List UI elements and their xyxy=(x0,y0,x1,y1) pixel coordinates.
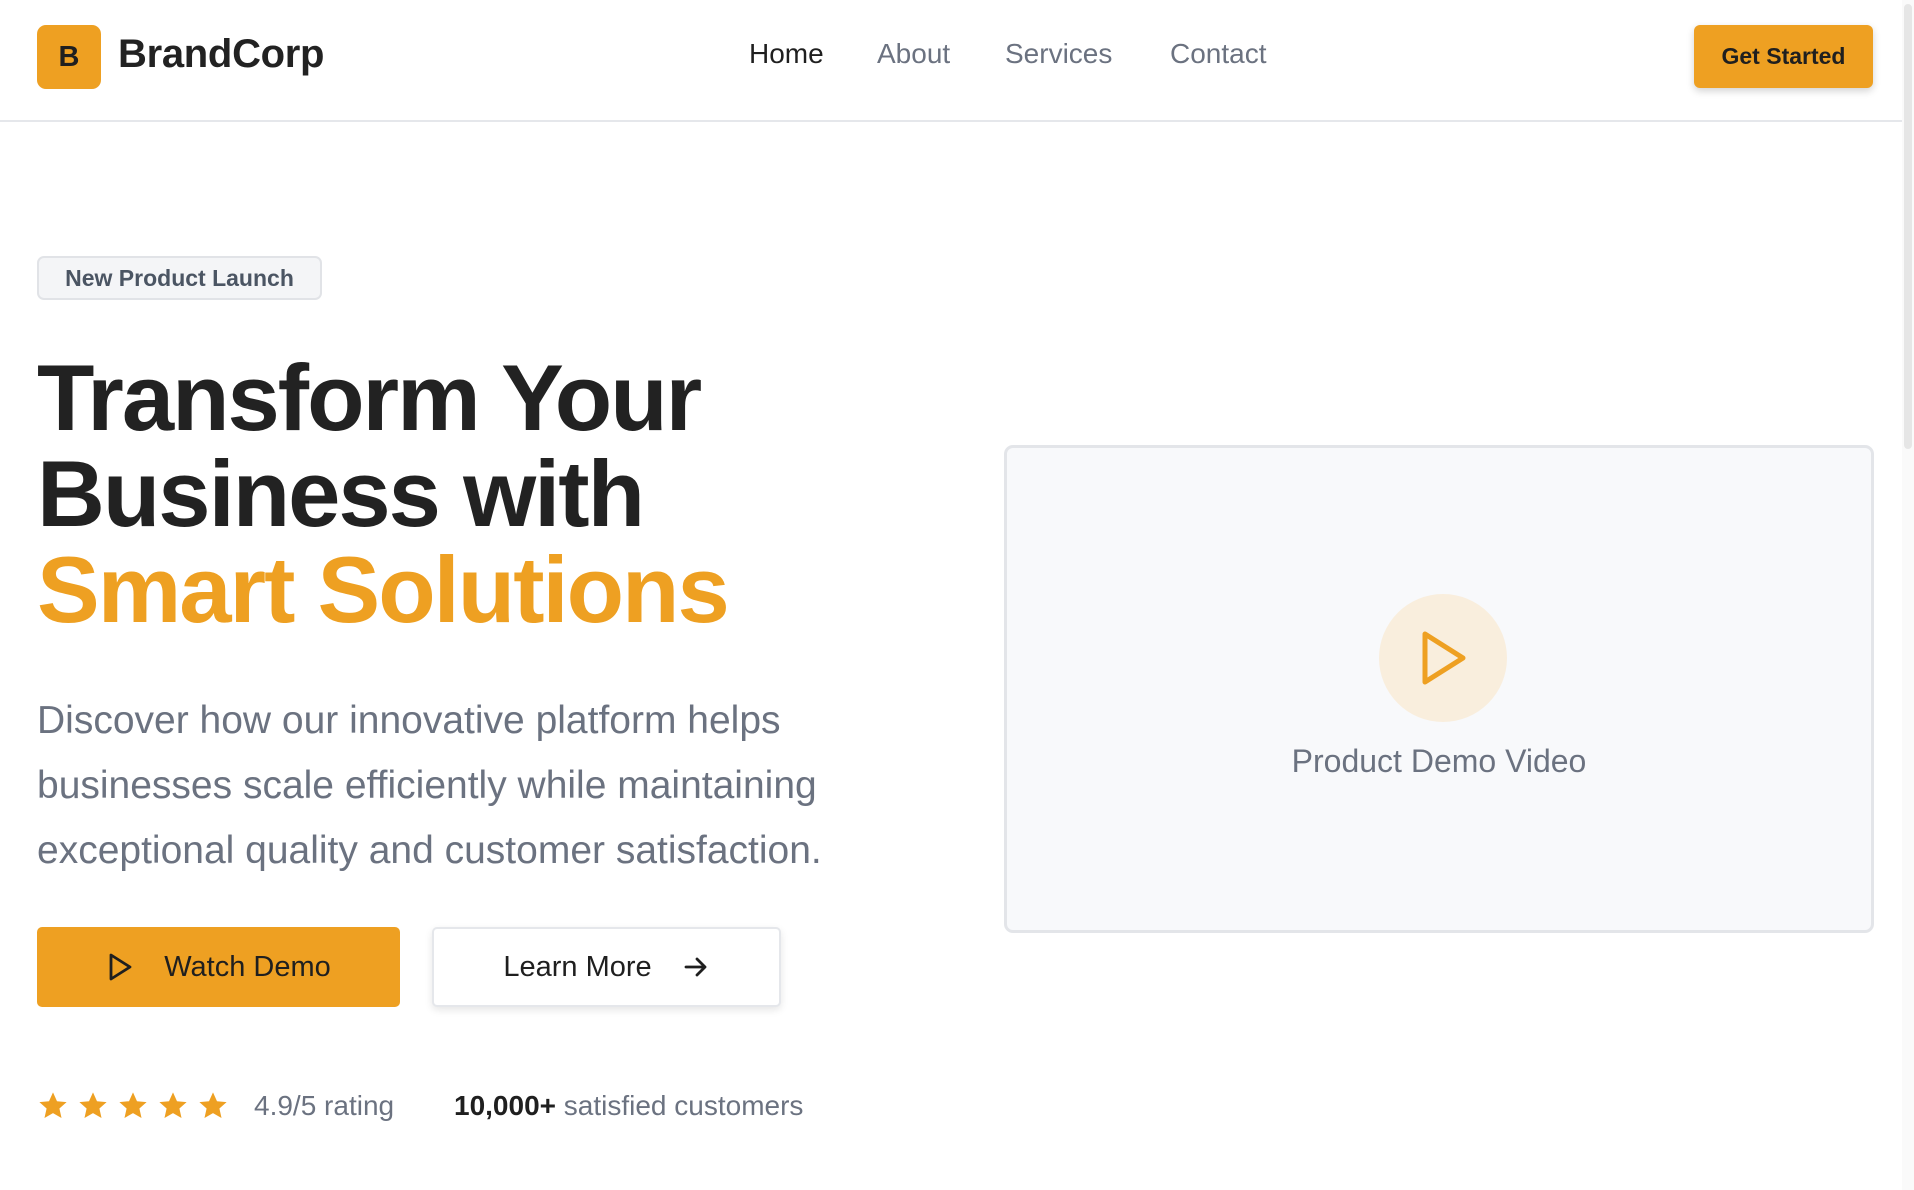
nav-link-services[interactable]: Services xyxy=(1005,38,1112,70)
customers-count: 10,000+ xyxy=(454,1090,556,1121)
brand-name[interactable]: BrandCorp xyxy=(118,32,324,77)
play-icon xyxy=(106,952,134,982)
learn-more-label: Learn More xyxy=(503,950,652,983)
logo-icon[interactable]: B xyxy=(37,25,101,89)
launch-badge: New Product Launch xyxy=(37,256,322,300)
nav-link-home[interactable]: Home xyxy=(749,38,824,70)
arrow-right-icon xyxy=(682,953,710,981)
headline-line-2: Business with xyxy=(37,441,645,546)
star-icon xyxy=(117,1090,149,1122)
watch-demo-button[interactable]: Watch Demo xyxy=(37,927,400,1007)
star-icon xyxy=(37,1090,69,1122)
hero-headline: Transform Your Business with Smart Solut… xyxy=(37,350,937,638)
rating-text: 4.9/5 rating xyxy=(254,1090,395,1121)
play-icon xyxy=(1417,629,1469,687)
rating-stars xyxy=(37,1090,229,1122)
watch-demo-label: Watch Demo xyxy=(164,950,331,983)
star-icon xyxy=(77,1090,109,1122)
star-icon xyxy=(197,1090,229,1122)
product-demo-video[interactable]: Product Demo Video xyxy=(1004,445,1874,933)
headline-accent: Smart Solutions xyxy=(37,537,730,642)
get-started-button[interactable]: Get Started xyxy=(1694,25,1873,88)
learn-more-button[interactable]: Learn More xyxy=(432,927,781,1007)
nav-link-contact[interactable]: Contact xyxy=(1170,38,1267,70)
site-header: B BrandCorp Home About Services Contact … xyxy=(0,0,1902,122)
video-caption: Product Demo Video xyxy=(1291,743,1587,779)
hero-description: Discover how our innovative platform hel… xyxy=(37,699,822,872)
page-scrollbar[interactable] xyxy=(1902,0,1914,1190)
star-icon xyxy=(157,1090,189,1122)
customers-label: satisfied customers xyxy=(563,1090,804,1121)
headline-line-1: Transform Your xyxy=(37,345,702,450)
video-play-button[interactable] xyxy=(1379,594,1507,722)
landing-page: B BrandCorp Home About Services Contact … xyxy=(0,0,1914,1190)
customers-stat: 10,000+ satisfied customers xyxy=(454,1090,803,1122)
nav-link-about[interactable]: About xyxy=(877,38,950,70)
scrollbar-thumb[interactable] xyxy=(1904,4,1912,449)
